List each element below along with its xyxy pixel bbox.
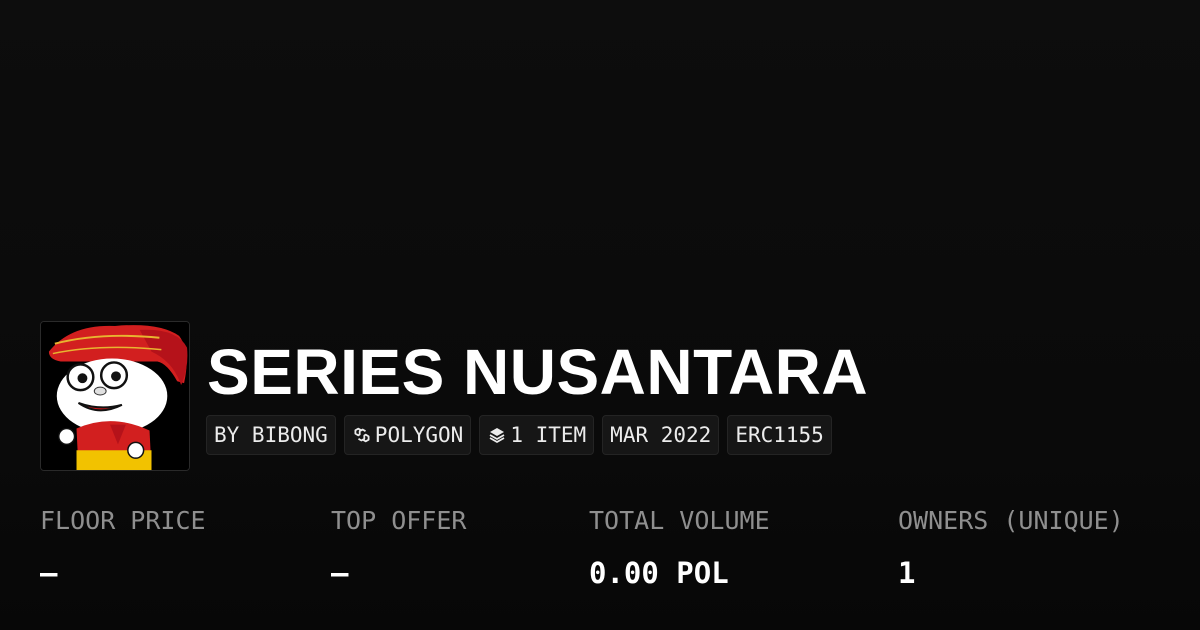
total-volume-label: TOTAL VOLUME — [589, 506, 770, 535]
creator-chip[interactable]: BY BIBONG — [206, 415, 336, 455]
items-chip-label: 1 ITEM — [510, 423, 587, 447]
chain-chip-label: POLYGON — [374, 423, 464, 447]
polygon-chain-icon — [354, 427, 370, 443]
floor-price-label: FLOOR PRICE — [40, 506, 206, 535]
owners-label: OWNERS (UNIQUE) — [898, 506, 1124, 535]
total-volume-value: 0.00 POL — [589, 556, 729, 590]
standard-chip-label: ERC1155 — [735, 423, 824, 447]
layers-icon — [489, 428, 505, 443]
floor-price-value: – — [40, 556, 58, 590]
floor-price-stat: FLOOR PRICE – — [40, 506, 206, 590]
top-offer-stat: TOP OFFER – — [331, 506, 466, 590]
top-offer-label: TOP OFFER — [331, 506, 467, 535]
cartoon-mascot-avatar — [41, 322, 189, 470]
owners-value: 1 — [898, 556, 916, 590]
standard-chip: ERC1155 — [727, 415, 832, 455]
date-chip-label: MAR 2022 — [610, 423, 712, 447]
date-chip: MAR 2022 — [602, 415, 720, 455]
top-offer-value: – — [331, 556, 349, 590]
collection-title: SERIES NUSANTARA — [207, 336, 869, 408]
creator-chip-label: BY BIBONG — [214, 423, 328, 447]
items-chip[interactable]: 1 ITEM — [479, 415, 595, 455]
collection-avatar — [40, 321, 190, 471]
collection-meta-chips: BY BIBONG POLYGON 1 ITEM MAR 2022 ERC115… — [206, 415, 832, 455]
chain-chip[interactable]: POLYGON — [343, 415, 472, 455]
total-volume-stat: TOTAL VOLUME 0.00 POL — [589, 506, 770, 590]
owners-stat: OWNERS (UNIQUE) 1 — [898, 506, 1124, 590]
